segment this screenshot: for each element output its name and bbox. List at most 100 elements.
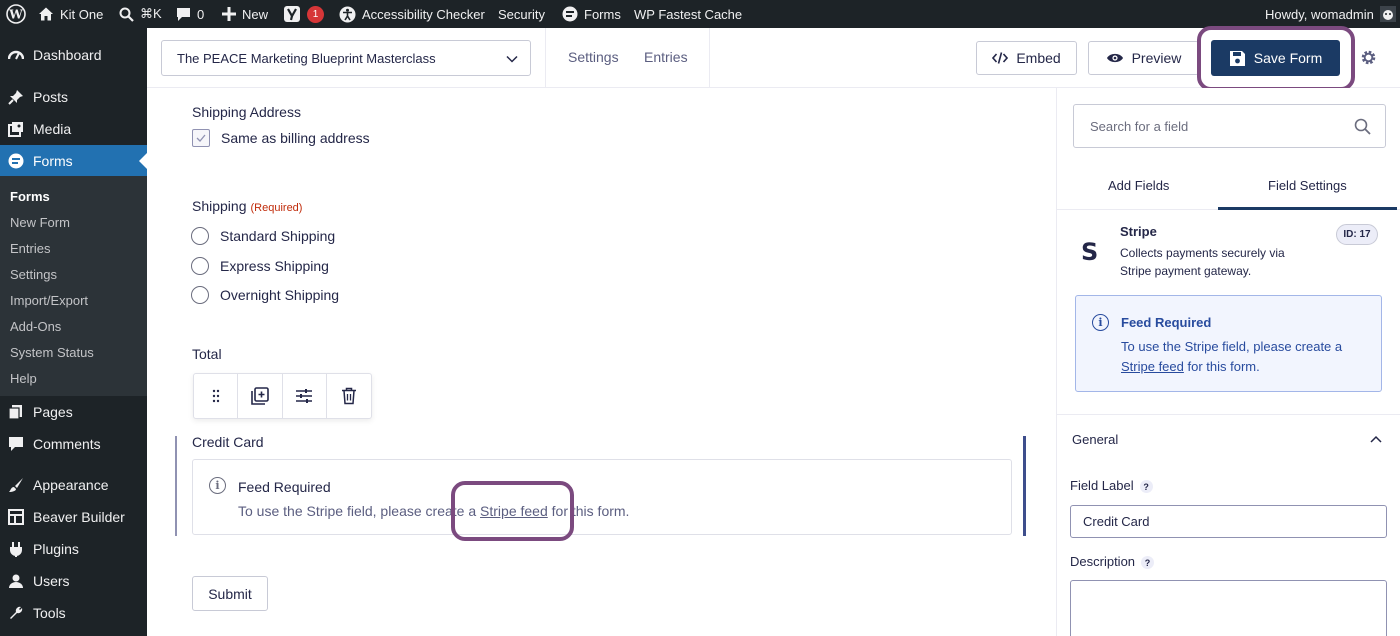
wordpress-logo-icon[interactable]: W [6,0,26,28]
paintbrush-icon [9,478,23,492]
checkmark-icon [196,134,206,142]
field-label-title: Field Label? [1070,478,1153,494]
trash-icon[interactable] [327,374,371,418]
menu-beaver-builder[interactable]: Beaver Builder [0,501,147,533]
comments-count: 0 [197,6,205,22]
submit-button[interactable]: Submit [192,576,268,611]
tab-entries[interactable]: Entries [644,49,688,65]
menu-comments[interactable]: Comments [0,428,147,460]
menu-media-label: Media [33,121,72,137]
field-label-input[interactable]: Credit Card [1070,505,1387,538]
code-icon [992,52,1009,64]
menu-posts[interactable]: Posts [0,81,147,113]
comment-icon [177,7,190,21]
chevron-down-icon [506,55,518,63]
accessibility-checker-link[interactable]: Accessibility Checker [339,0,485,28]
radio-button[interactable] [191,227,209,245]
tab-settings[interactable]: Settings [568,49,619,65]
eye-icon [1106,53,1123,63]
required-indicator: (Required) [250,202,303,214]
general-section-title[interactable]: General [1072,432,1118,447]
info-icon: i [1092,314,1109,331]
field-label-value: Credit Card [1083,514,1150,529]
preview-button[interactable]: Preview [1088,41,1199,75]
svg-text:W: W [8,8,23,22]
field-search-input[interactable]: Search for a field [1073,104,1386,148]
submenu-import-export[interactable]: Import/Export [10,293,88,308]
menu-pages-label: Pages [33,404,73,420]
submenu-system-status[interactable]: System Status [10,345,94,360]
menu-users[interactable]: Users [0,565,147,597]
shipping-option-label: Express Shipping [220,258,329,274]
tab-field-settings[interactable]: Field Settings [1268,178,1347,193]
shipping-option-express[interactable]: Express Shipping [191,257,329,275]
menu-dashboard[interactable]: Dashboard [0,39,147,71]
info-icon: i [209,477,226,494]
credit-card-label: Credit Card [192,434,264,450]
submenu-forms[interactable]: Forms [10,189,50,204]
menu-forms[interactable]: Forms [0,145,147,177]
feed-required-notice: i Feed Required To use the Stripe field,… [192,459,1012,535]
chevron-up-icon[interactable] [1370,434,1382,444]
submenu-help[interactable]: Help [10,371,37,386]
radio-button[interactable] [191,257,209,275]
panel-notice-title: Feed Required [1121,315,1212,330]
help-icon[interactable]: ? [1139,480,1153,494]
gravity-forms-icon [562,6,578,22]
menu-tools[interactable]: Tools [0,597,147,629]
embed-label: Embed [1016,50,1061,66]
stripe-feed-link[interactable]: Stripe feed [1121,359,1184,374]
submenu-settings[interactable]: Settings [10,267,57,282]
pages-icon [8,405,22,420]
site-name-link[interactable]: Kit One [38,0,103,28]
account-menu[interactable]: Howdy, womadmin [1265,0,1396,28]
submenu-entries[interactable]: Entries [10,241,50,256]
shipping-option-standard[interactable]: Standard Shipping [191,227,335,245]
menu-dashboard-label: Dashboard [33,47,102,63]
stripe-link-highlight [451,481,574,541]
menu-plugins[interactable]: Plugins [0,533,147,565]
checkbox-box[interactable] [192,129,210,147]
menu-appearance[interactable]: Appearance [0,469,147,501]
form-switcher[interactable]: The PEACE Marketing Blueprint Masterclas… [161,40,531,76]
comments-link[interactable]: 0 [176,0,204,28]
media-icon [8,122,23,137]
admin-sidebar: Dashboard Posts Media Forms Forms New Fo… [0,28,147,636]
submenu-new-form[interactable]: New Form [10,215,70,230]
security-link[interactable]: Security [498,0,545,28]
embed-button[interactable]: Embed [976,41,1077,75]
radio-button[interactable] [191,286,209,304]
new-content-link[interactable]: New [222,0,268,28]
description-textarea[interactable] [1070,580,1387,636]
settings-sliders-icon[interactable] [283,374,327,418]
notice-title: Feed Required [238,479,331,495]
menu-forms-label: Forms [33,153,73,169]
fastest-cache-link[interactable]: WP Fastest Cache [634,0,742,28]
yoast-menu[interactable]: 1 [283,0,324,28]
menu-media[interactable]: Media [0,113,147,145]
menu-pages[interactable]: Pages [0,396,147,428]
site-name: Kit One [60,6,104,22]
drag-handle-icon[interactable] [194,374,239,418]
plus-icon [222,7,236,21]
command-palette-button[interactable]: ⌘K [119,0,162,28]
shipping-option-overnight[interactable]: Overnight Shipping [191,286,339,304]
field-action-toolbar [193,373,372,419]
shipping-option-label: Overnight Shipping [220,287,340,303]
gear-icon[interactable] [1360,49,1377,66]
plug-icon [10,542,22,557]
submenu-add-ons[interactable]: Add-Ons [10,319,61,334]
tab-add-fields[interactable]: Add Fields [1108,178,1169,193]
security-label: Security [498,6,545,22]
accessibility-icon [339,6,356,22]
same-as-billing-checkbox[interactable]: Same as billing address [192,129,370,147]
cache-label: WP Fastest Cache [634,6,743,22]
forms-admin-link[interactable]: Forms [562,0,621,28]
duplicate-icon[interactable] [238,374,283,418]
total-label: Total [192,346,222,362]
help-icon[interactable]: ? [1141,556,1155,570]
avatar-icon [1379,6,1396,22]
form-editor-header: The PEACE Marketing Blueprint Masterclas… [147,26,1400,91]
search-icon [1354,118,1371,135]
shipping-option-label: Standard Shipping [220,228,336,244]
